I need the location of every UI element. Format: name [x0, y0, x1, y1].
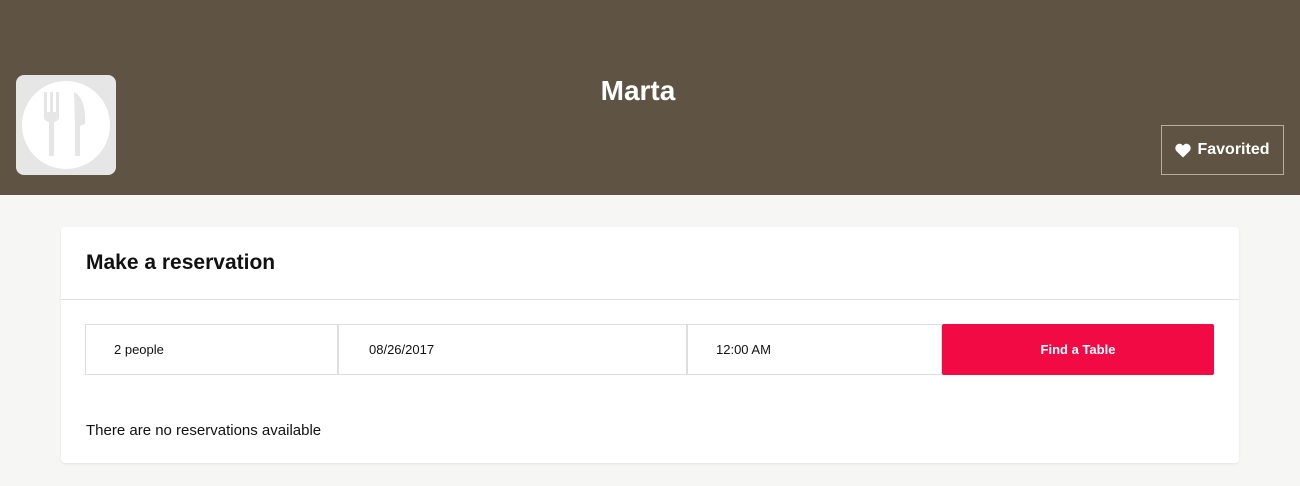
- date-picker[interactable]: 08/26/2017: [338, 324, 687, 375]
- time-select[interactable]: 12:00 AM: [687, 324, 942, 375]
- restaurant-header: Marta Favorited: [0, 0, 1300, 195]
- time-value: 12:00 AM: [716, 342, 771, 357]
- heart-icon: [1175, 143, 1192, 157]
- no-reservations-message: There are no reservations available: [86, 422, 322, 439]
- card-divider: [61, 299, 1239, 300]
- favorite-label: Favorited: [1197, 141, 1270, 158]
- reservation-title: Make a reservation: [86, 251, 276, 274]
- favorite-button[interactable]: Favorited: [1161, 125, 1284, 175]
- find-table-button[interactable]: Find a Table: [942, 324, 1214, 375]
- date-value: 08/26/2017: [369, 342, 435, 357]
- party-size-value: 2 people: [114, 342, 164, 357]
- restaurant-name: Marta: [600, 75, 676, 106]
- party-size-select[interactable]: 2 people: [85, 324, 338, 375]
- reservation-card: Make a reservation 2 people 08/26/2017 1…: [61, 227, 1239, 463]
